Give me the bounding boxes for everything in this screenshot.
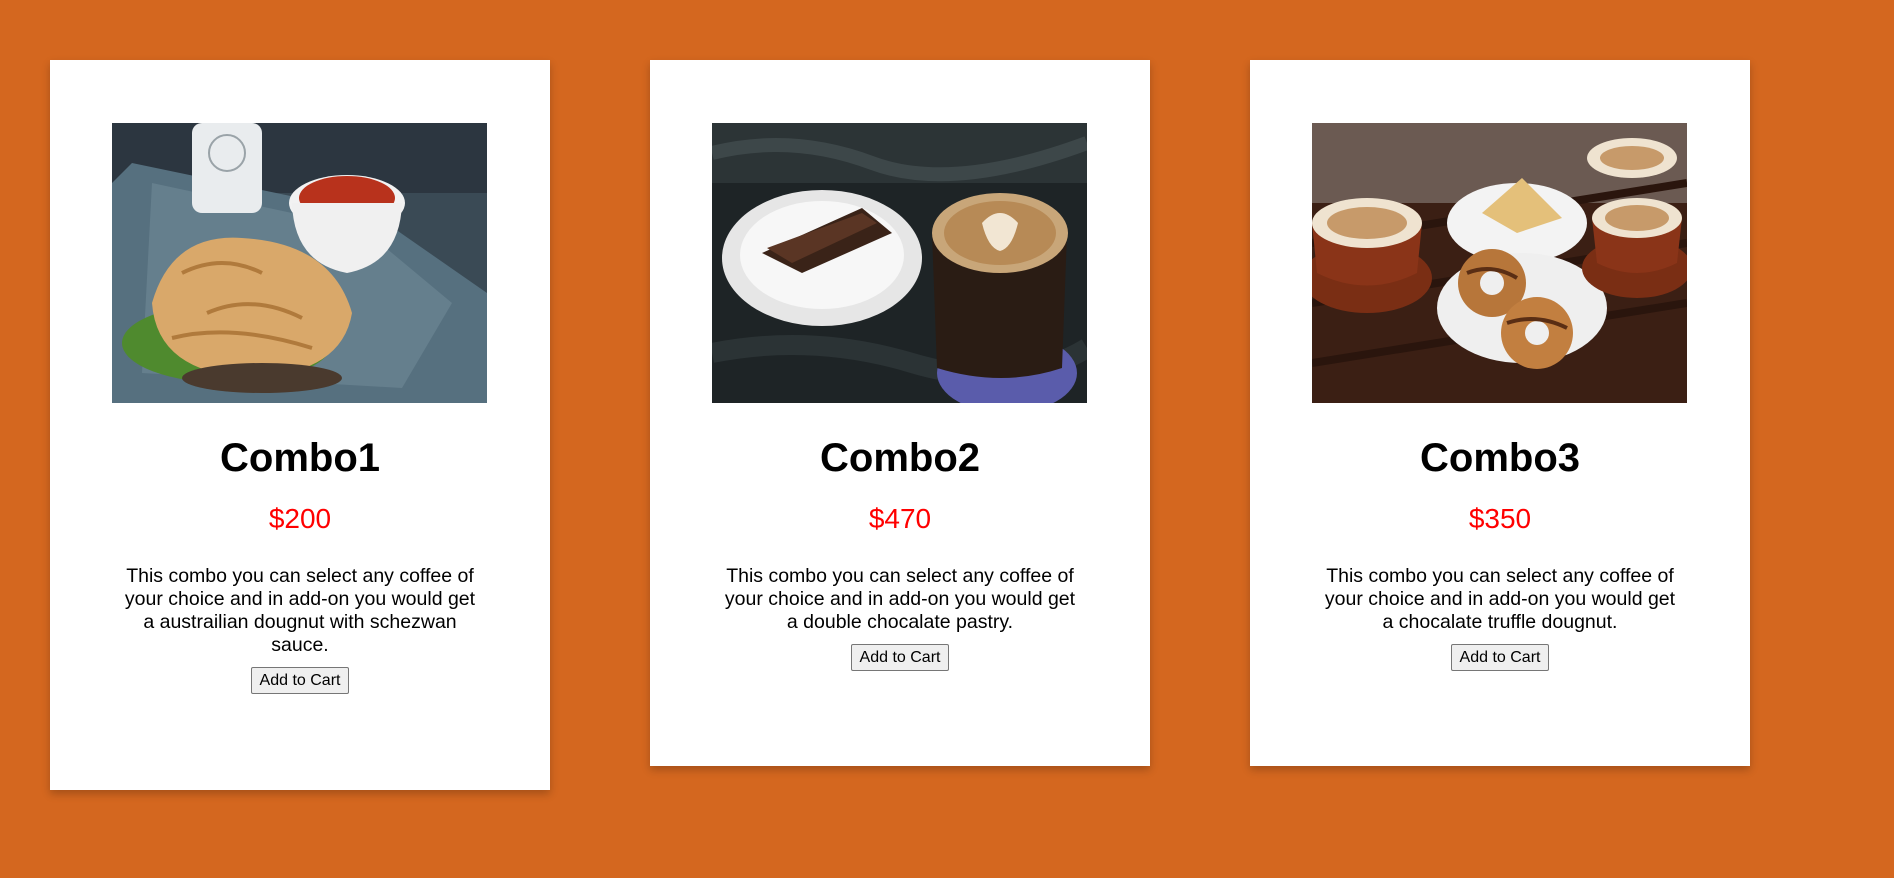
- sandwich-and-soup-photo: [112, 123, 487, 403]
- product-title: Combo1: [220, 436, 380, 480]
- product-description: This combo you can select any coffee of …: [724, 565, 1076, 633]
- cappuccinos-and-doughnuts-photo: [1312, 123, 1687, 403]
- pastry-and-latte-photo: [712, 123, 1087, 403]
- add-to-cart-button[interactable]: Add to Cart: [1450, 644, 1550, 671]
- add-to-cart-button[interactable]: Add to Cart: [250, 667, 350, 694]
- product-title: Combo3: [1420, 436, 1580, 480]
- product-price: $350: [1468, 503, 1532, 534]
- product-card: Combo1 $200 This combo you can select an…: [50, 60, 550, 790]
- product-price: $470: [868, 503, 932, 534]
- product-price: $200: [268, 503, 332, 534]
- product-card: Combo2 $470 This combo you can select an…: [650, 60, 1150, 766]
- product-card: Combo3 $350 This combo you can select an…: [1250, 60, 1750, 766]
- product-title: Combo2: [820, 436, 980, 480]
- product-description: This combo you can select any coffee of …: [124, 565, 476, 656]
- add-to-cart-button[interactable]: Add to Cart: [850, 644, 950, 671]
- product-description: This combo you can select any coffee of …: [1324, 565, 1676, 633]
